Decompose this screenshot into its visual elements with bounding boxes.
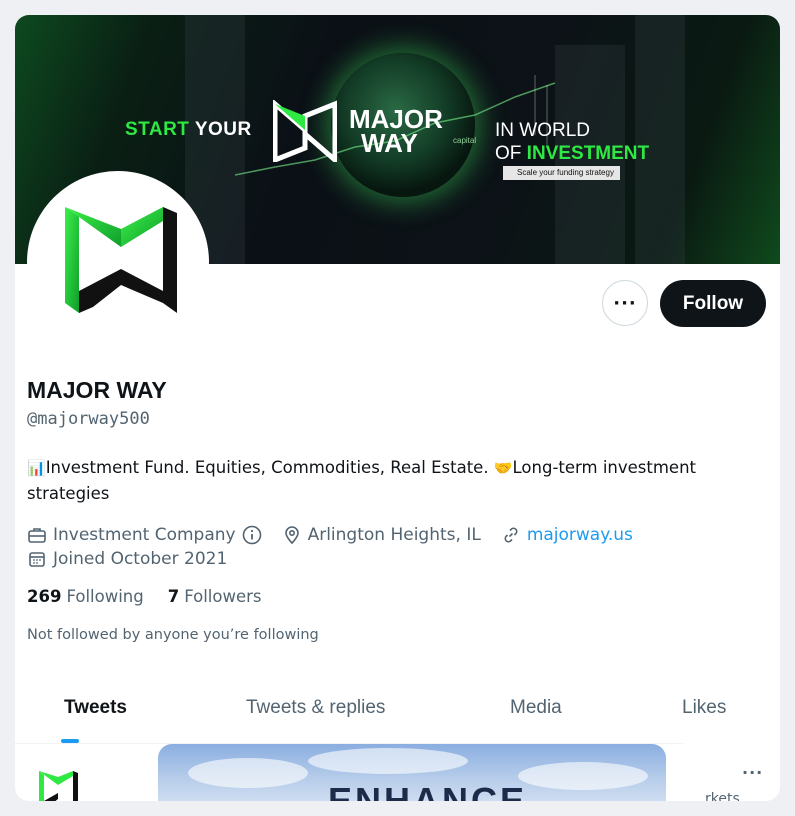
follow-stats: 269 Following 7 Followers <box>27 587 286 606</box>
category-item: Investment Company <box>27 525 262 545</box>
user-handle: @majorway500 <box>27 409 150 429</box>
location-pin-icon <box>284 526 299 545</box>
banner-world-text: IN WORLD OF INVESTMENT <box>495 120 650 164</box>
joined-item: Joined October 2021 <box>27 549 227 569</box>
joined-label: Joined October 2021 <box>53 549 228 569</box>
majorway-logo-icon <box>65 207 177 313</box>
location-item: Arlington Heights, IL <box>282 525 481 545</box>
tab-media[interactable]: Media <box>510 697 562 719</box>
more-options-button[interactable]: ··· <box>602 280 648 326</box>
info-icon[interactable] <box>242 525 262 545</box>
tweet-image-headline: ENHANCE <box>328 780 528 801</box>
bar-chart-icon: 📊 <box>27 459 46 477</box>
banner-start-text: START YOUR <box>125 119 252 140</box>
banner-tagline: Scale your funding strategy <box>503 166 620 180</box>
tweet-avatar-logo-icon <box>39 771 78 801</box>
follow-button[interactable]: Follow <box>660 280 766 327</box>
profile-tabs: Tweets Tweets & replies Media Likes <box>15 685 780 743</box>
website-link[interactable]: majorway.us <box>527 525 633 545</box>
display-name: MAJOR WAY <box>27 377 167 403</box>
followers-link[interactable]: 7 Followers <box>168 587 262 606</box>
link-icon <box>504 527 518 543</box>
tab-tweets[interactable]: Tweets <box>64 697 127 719</box>
side-text-fragment: rkets <box>705 791 740 801</box>
banner-logo-icon <box>273 100 337 162</box>
calendar-icon <box>29 552 45 567</box>
tweet-more-button[interactable]: ··· <box>742 763 763 782</box>
banner-brand: MAJOR WAY capital <box>349 104 477 158</box>
tab-tweets-replies[interactable]: Tweets & replies <box>246 697 385 719</box>
location-label: Arlington Heights, IL <box>307 525 481 545</box>
profile-bio: 📊Investment Fund. Equities, Commodities,… <box>27 458 697 503</box>
tweet-media-image[interactable]: ENHANCE <box>158 744 666 801</box>
website-item[interactable]: majorway.us <box>501 525 633 545</box>
handshake-icon: 🤝 <box>493 459 513 477</box>
following-link[interactable]: 269 Following <box>27 587 144 606</box>
joined-row: Joined October 2021 <box>27 547 247 571</box>
profile-card: START YOUR MAJOR WAY capital IN WORLD OF… <box>15 15 780 801</box>
not-followed-notice: Not followed by anyone you’re following <box>27 627 319 643</box>
tweet-avatar[interactable] <box>37 771 79 801</box>
briefcase-icon <box>28 528 46 543</box>
avatar[interactable] <box>27 171 209 353</box>
category-label: Investment Company <box>53 525 236 545</box>
tab-likes[interactable]: Likes <box>682 697 726 719</box>
profile-meta-row: Investment Company Arlington Heights, IL… <box>27 523 653 547</box>
